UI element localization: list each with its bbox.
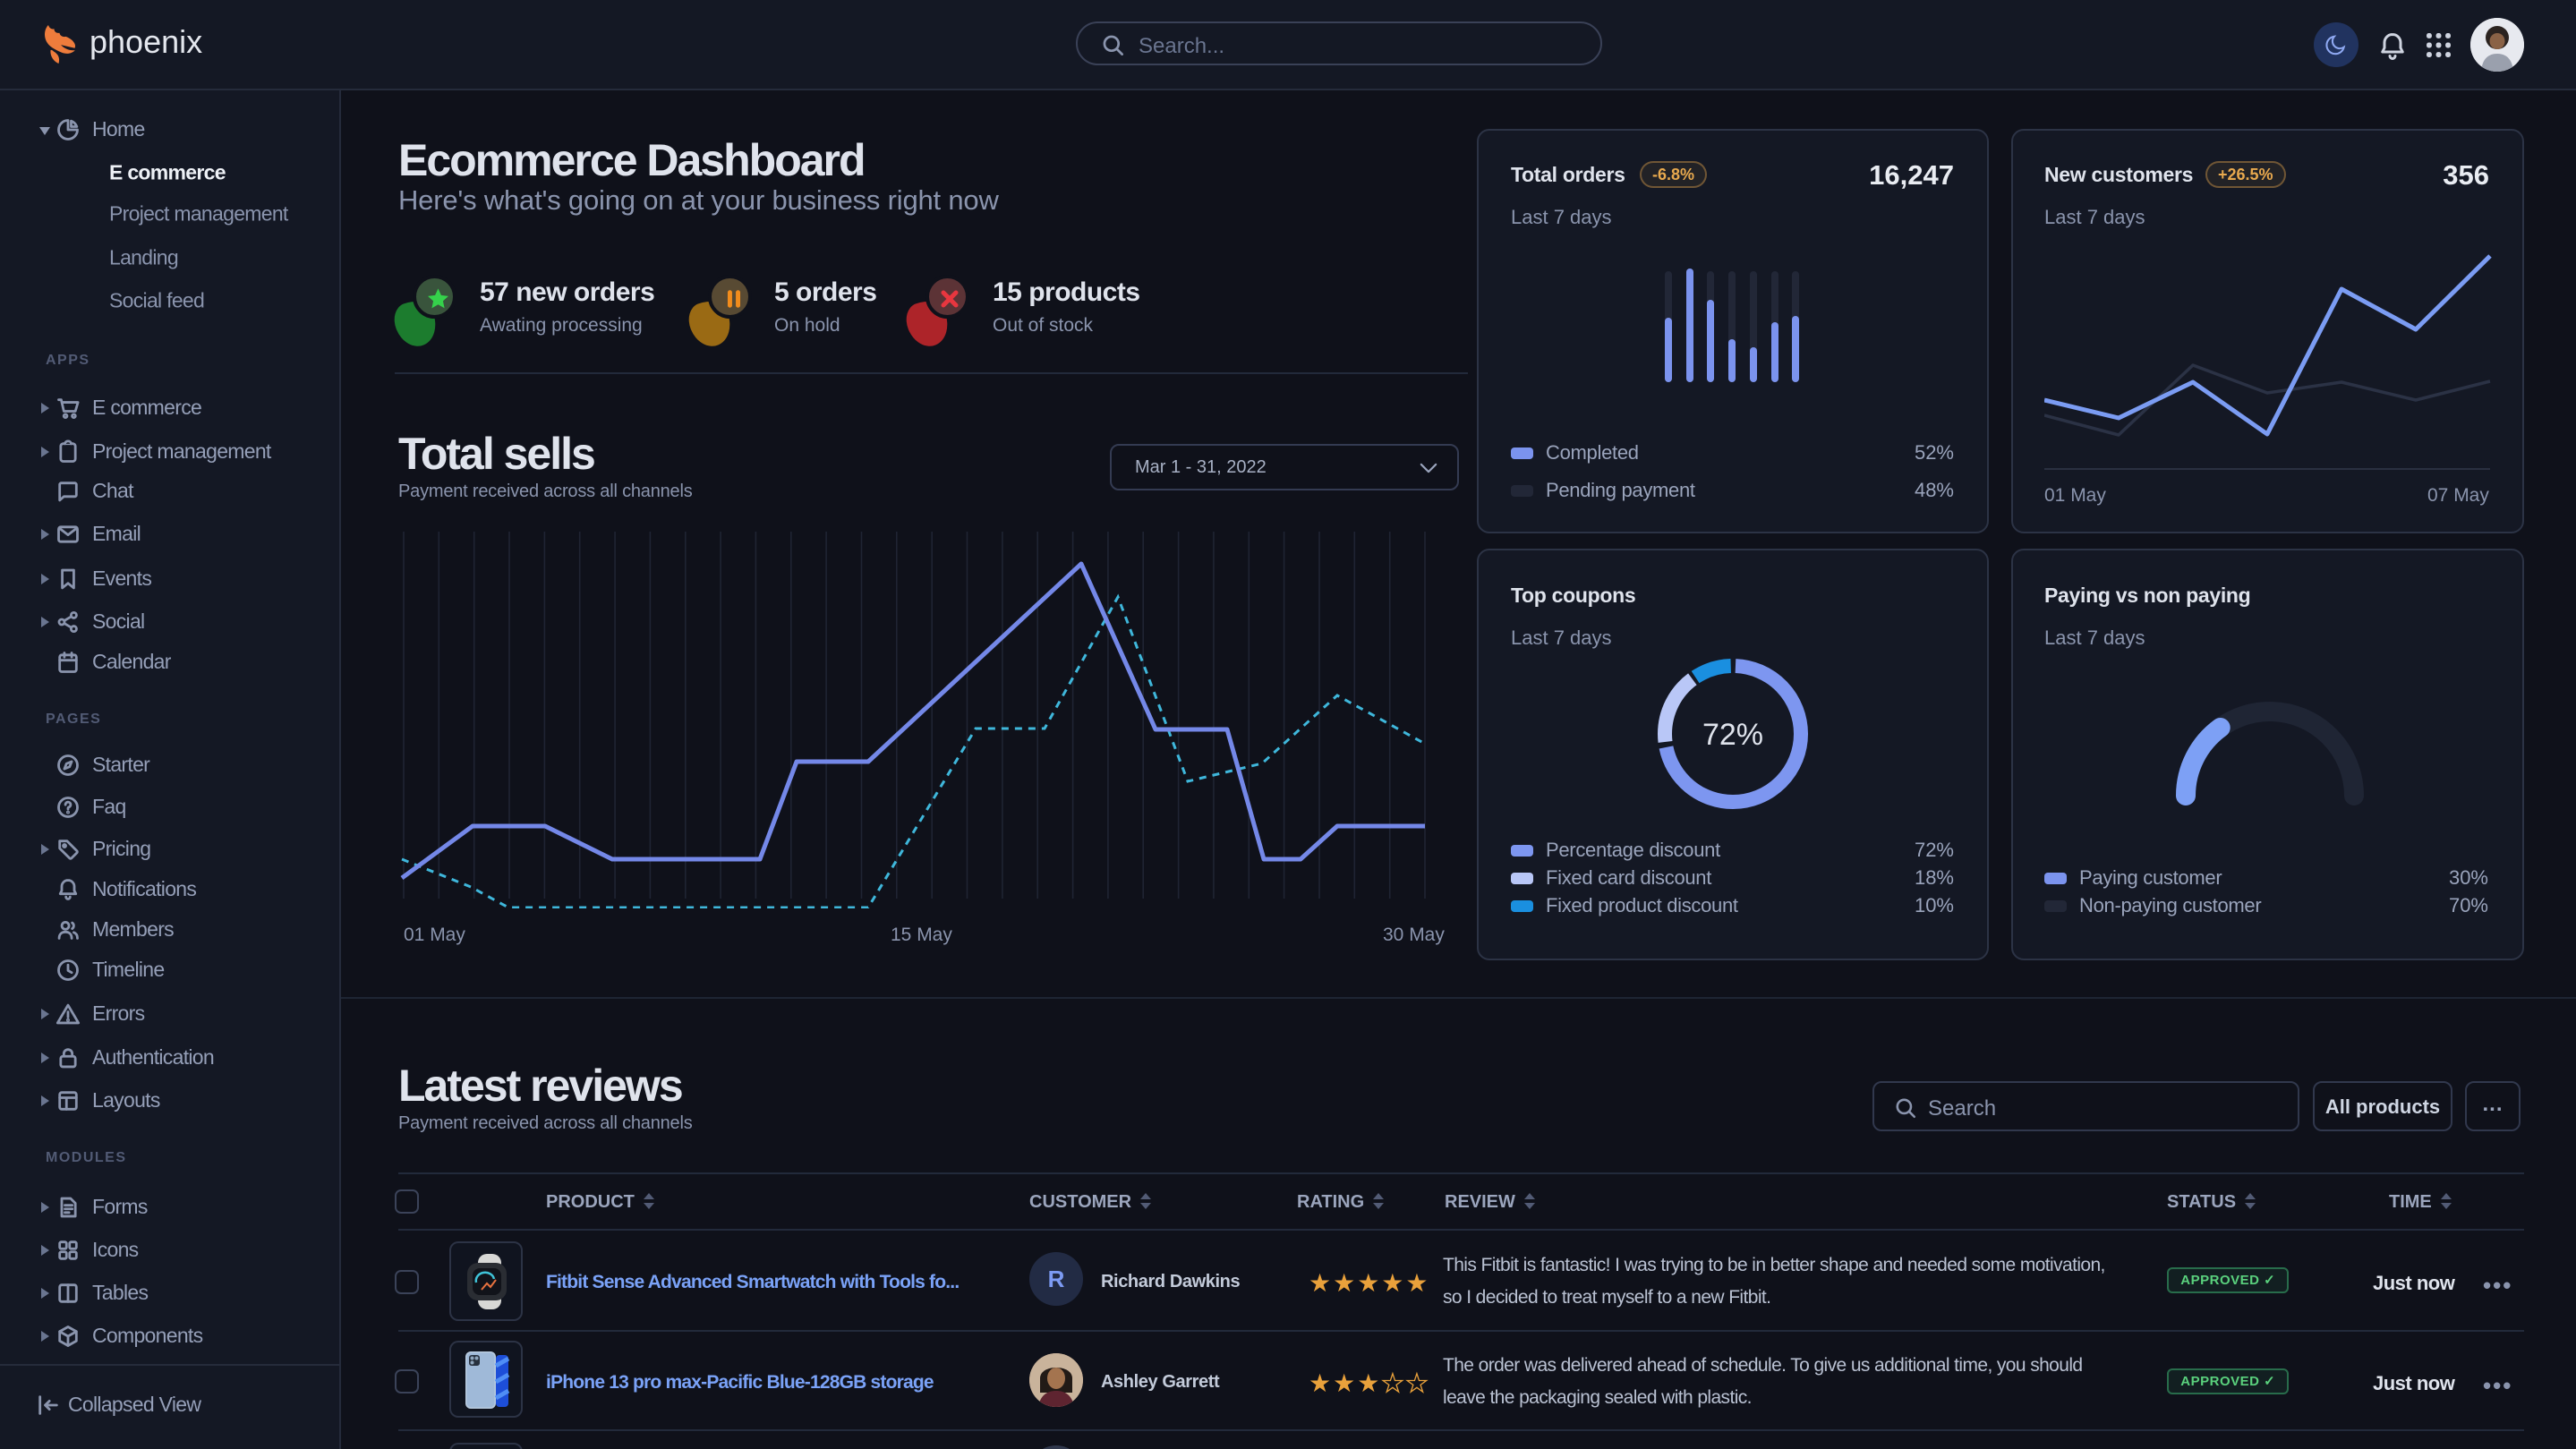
svg-text:72%: 72%	[1702, 718, 1763, 752]
